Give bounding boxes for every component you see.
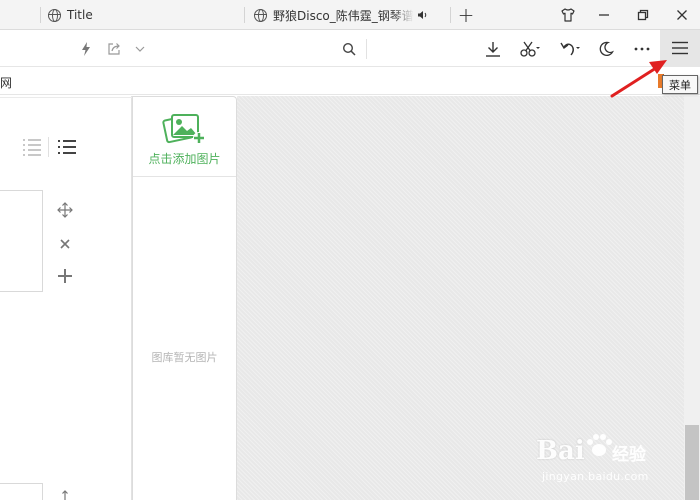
dropdown-button[interactable]	[132, 30, 148, 67]
add-image-button[interactable]: 点击添加图片	[133, 97, 236, 177]
watermark-url: jingyan.baidu.com	[542, 470, 649, 483]
plus-icon	[58, 269, 72, 283]
toolbar-separator	[366, 39, 367, 59]
scrollbar-thumb[interactable]	[685, 425, 699, 500]
new-tab-button[interactable]: +	[448, 0, 484, 30]
share-button[interactable]	[104, 30, 124, 67]
tab-music[interactable]: 野狼Disco_陈伟霆_钢琴谱	[254, 0, 444, 30]
tab-separator	[244, 7, 245, 23]
shirt-icon	[561, 8, 575, 22]
close-icon	[677, 10, 687, 20]
globe-icon	[48, 8, 61, 22]
close-button[interactable]	[664, 0, 700, 30]
toolbar	[0, 30, 700, 67]
more-dots-icon	[634, 47, 650, 50]
panel-divider	[0, 97, 132, 98]
gallery-empty-text: 图库暂无图片	[151, 351, 218, 364]
scissors-icon	[520, 41, 540, 57]
bullet-list-icon[interactable]	[58, 138, 76, 156]
tab-separator	[40, 7, 41, 23]
image-gallery-panel: 点击添加图片 图库暂无图片	[132, 96, 237, 500]
undo-button[interactable]	[553, 30, 587, 67]
speaker-icon[interactable]	[417, 9, 429, 21]
moon-icon	[599, 41, 614, 56]
tab-bar: Title 野狼Disco_陈伟霆_钢琴谱 +	[0, 0, 700, 30]
baidu-jingyan-watermark: Bai 经验 jingyan.baidu.com	[536, 430, 660, 490]
restore-icon	[637, 9, 649, 21]
move-button[interactable]	[55, 490, 75, 500]
lightning-button[interactable]	[76, 30, 96, 67]
more-button[interactable]	[630, 30, 654, 67]
bookmark-item[interactable]: 网	[0, 74, 12, 91]
move-arrows-icon	[62, 490, 68, 500]
paw-icon	[587, 434, 612, 456]
move-button[interactable]	[55, 200, 75, 220]
download-icon	[486, 41, 500, 57]
add-picture-icon	[162, 114, 205, 144]
content-block[interactable]	[0, 190, 43, 292]
tab-music-label: 野狼Disco_陈伟霆_钢琴谱	[273, 8, 414, 23]
share-icon	[108, 42, 120, 55]
minimize-icon	[599, 14, 609, 16]
editor-panel	[0, 96, 132, 500]
tab-title[interactable]: Title	[48, 0, 238, 30]
chevron-down-icon	[135, 46, 145, 52]
toolbar-separator	[48, 137, 49, 157]
ordered-list-icon[interactable]	[23, 138, 41, 156]
restore-button[interactable]	[625, 0, 661, 30]
skin-button[interactable]	[550, 0, 586, 30]
night-mode-button[interactable]	[594, 30, 618, 67]
delete-button[interactable]	[55, 234, 75, 254]
minimize-button[interactable]	[586, 0, 622, 30]
move-arrows-icon	[57, 202, 73, 218]
add-image-label: 点击添加图片	[148, 152, 221, 166]
plus-icon: +	[457, 3, 475, 27]
watermark-suffix: 经验	[612, 445, 646, 465]
watermark-brand: Bai	[536, 436, 585, 466]
search-button[interactable]	[338, 30, 360, 67]
bookmark-bar: 网	[0, 68, 700, 95]
menu-tooltip: 菜单	[662, 75, 698, 94]
add-button[interactable]	[55, 266, 75, 286]
undo-icon	[560, 42, 580, 55]
lightning-icon	[82, 41, 90, 56]
download-button[interactable]	[481, 30, 505, 67]
globe-icon	[254, 8, 267, 22]
close-icon	[60, 239, 70, 249]
tab-title-label: Title	[67, 8, 93, 22]
content-block[interactable]	[0, 483, 43, 500]
search-icon	[342, 42, 356, 56]
hamburger-icon	[672, 41, 688, 55]
main-menu-button[interactable]	[660, 30, 700, 66]
screenshot-button[interactable]	[513, 30, 547, 67]
